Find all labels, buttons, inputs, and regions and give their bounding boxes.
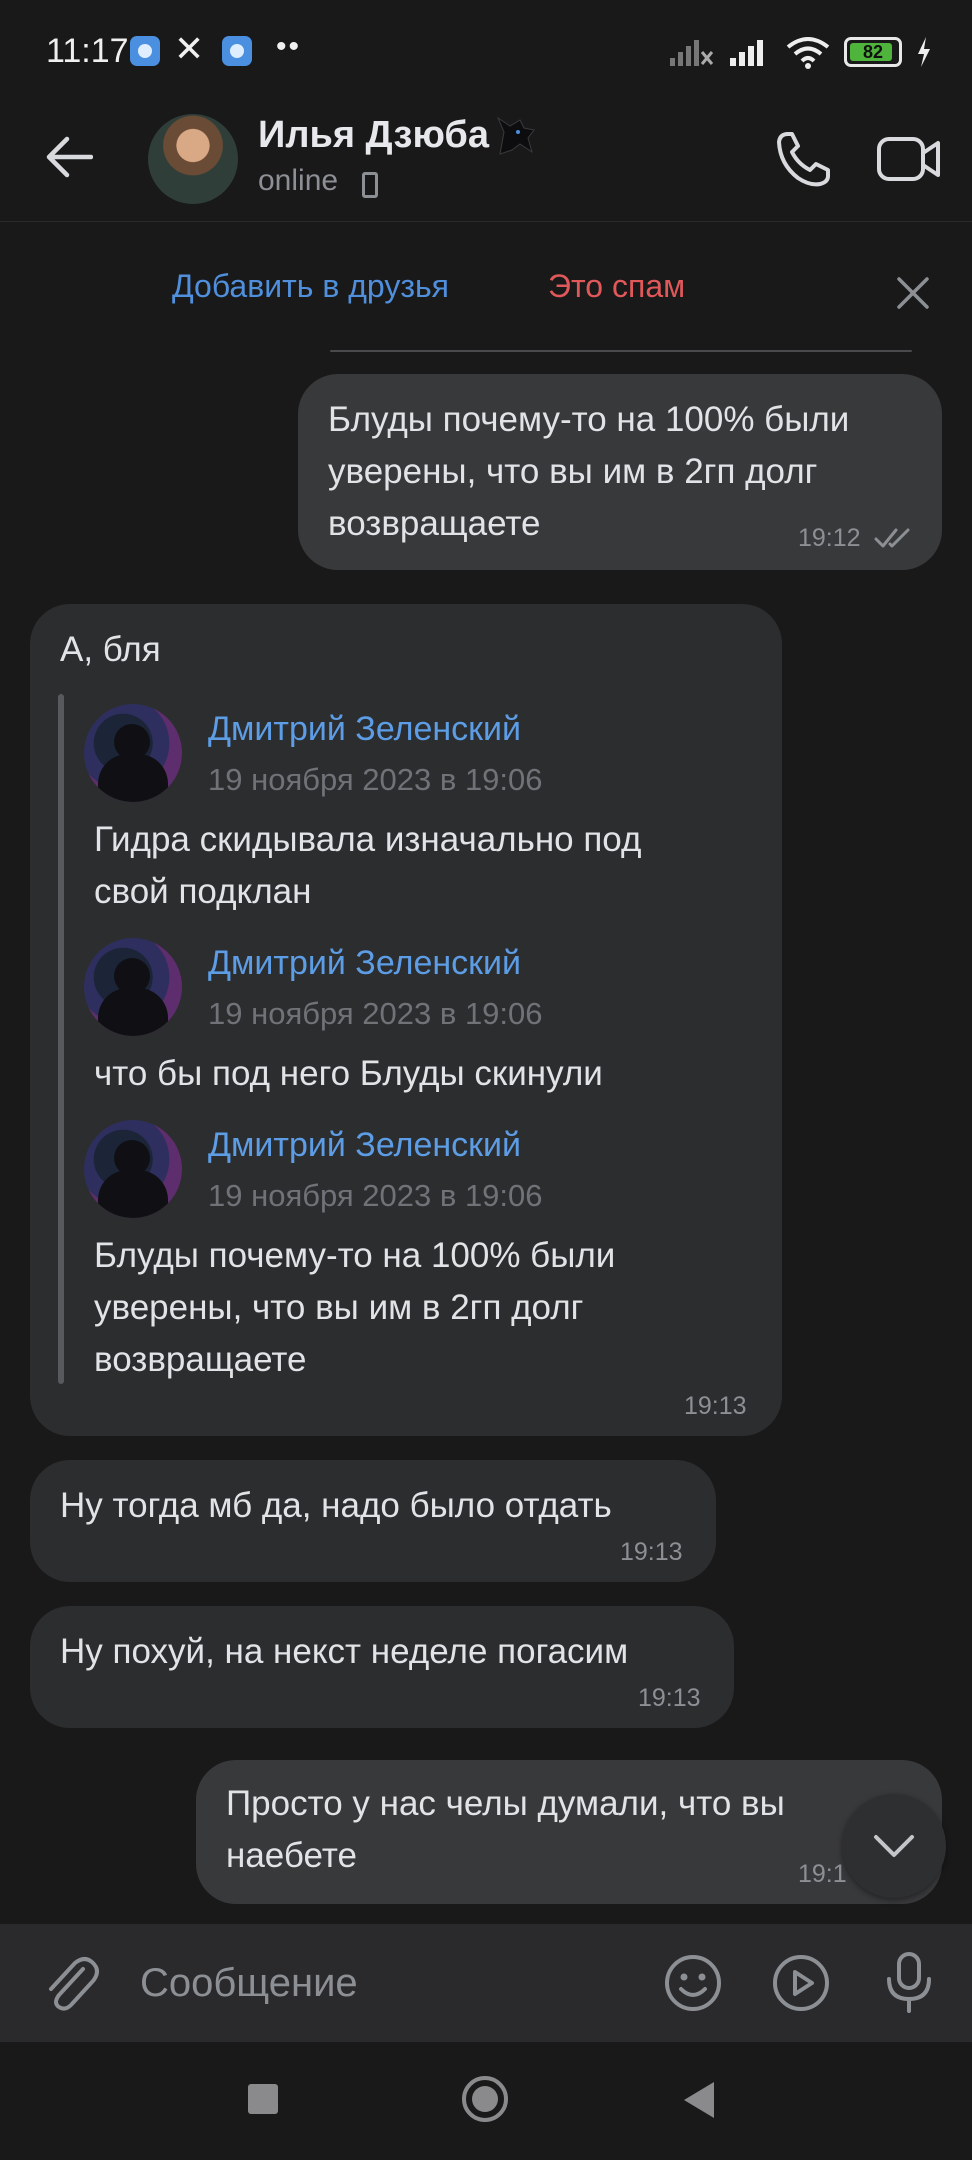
forwarded-author-avatar[interactable] (84, 704, 182, 802)
mobile-device-icon (362, 172, 378, 198)
wifi-icon (786, 37, 830, 69)
forwarded-author-avatar[interactable] (84, 1120, 182, 1218)
close-icon (897, 277, 929, 309)
microphone-icon (887, 1952, 931, 2013)
emoji-icon (665, 1955, 721, 2011)
video-message-icon (773, 1955, 829, 2011)
message-text: Ну тогда мб да, надо было отдать (60, 1486, 612, 1525)
report-spam-button[interactable]: Это спам (548, 268, 685, 305)
message-bubble-incoming[interactable]: Ну похуй, на некст неделе погасим 19:13 (30, 1606, 734, 1728)
forwarded-author-avatar[interactable] (84, 938, 182, 1036)
message-time: 19:12 (798, 524, 861, 552)
forwarded-author-name[interactable]: Дмитрий Зеленский (208, 944, 521, 983)
chat-header: Илья Дзюба online (0, 100, 972, 222)
message-text: Ну похуй, на некст неделе погасим (60, 1632, 629, 1671)
back-arrow-icon (46, 136, 93, 178)
charging-icon (918, 37, 930, 67)
video-call-button[interactable] (872, 122, 946, 196)
forwarded-date: 19 ноября 2023 в 19:06 (208, 1178, 543, 1213)
forwarded-quote-bar (58, 694, 64, 1384)
message-time: 19:13 (620, 1538, 683, 1566)
contact-name[interactable]: Илья Дзюба (258, 114, 489, 157)
app-notification-icon (130, 36, 160, 66)
back-icon[interactable] (684, 2082, 714, 2118)
message-bubble-incoming[interactable]: А, бля Дмитрий Зеленский 19 ноября 2023 … (30, 604, 782, 1436)
forwarded-text: Гидра скидывала изначально под свой подк… (94, 820, 642, 911)
add-friend-button[interactable]: Добавить в друзья (172, 268, 449, 305)
message-composer (0, 1924, 972, 2042)
battery-level: 82 (862, 41, 884, 62)
message-text: Просто у нас челы думали, что вы наебете (226, 1784, 785, 1875)
back-button[interactable] (36, 124, 102, 190)
message-bubble-outgoing[interactable]: Просто у нас челы думали, что вы наебете… (196, 1760, 942, 1904)
unknown-contact-bar: Добавить в друзья Это спам (0, 222, 972, 352)
forwarded-text: Блуды почему-то на 100% были уверены, чт… (94, 1236, 616, 1379)
forwarded-text: что бы под него Блуды скинули (94, 1054, 603, 1093)
system-nav-bar (0, 2042, 972, 2160)
status-right-cluster: 82 (668, 30, 932, 74)
read-ticks-icon (874, 528, 910, 548)
wolf-emoji-icon (494, 114, 538, 163)
video-message-button[interactable] (764, 1946, 838, 2020)
chat-screen: 11:17 ✕ •• 82 Илья Дзюба online Добавить… (0, 0, 972, 2160)
scroll-to-bottom-button[interactable] (842, 1794, 946, 1898)
forwarded-date: 19 ноября 2023 в 19:06 (208, 996, 543, 1031)
avatar[interactable] (148, 114, 238, 204)
message-bubble-incoming[interactable]: Ну тогда мб да, надо было отдать 19:13 (30, 1460, 716, 1582)
phone-icon (777, 132, 830, 187)
emoji-button[interactable] (656, 1946, 730, 2020)
video-camera-icon (877, 137, 940, 181)
attach-icon (49, 1957, 99, 2011)
message-time: 19:1 (798, 1860, 847, 1888)
forwarded-date: 19 ноября 2023 в 19:06 (208, 762, 543, 797)
message-time: 19:13 (638, 1684, 701, 1712)
x-icon: ✕ (174, 28, 205, 69)
divider (330, 350, 912, 352)
battery-icon: 82 (844, 37, 902, 67)
app-notification-icon (222, 36, 252, 66)
message-time: 19:13 (684, 1392, 747, 1420)
chevron-down-icon (874, 1835, 914, 1857)
call-button[interactable] (766, 122, 840, 196)
contact-status: online (258, 164, 339, 197)
message-text: А, бля (60, 630, 161, 669)
signal-icon (730, 40, 763, 66)
more-dots-icon: •• (276, 30, 302, 63)
message-input[interactable] (140, 1948, 640, 2018)
recent-apps-icon[interactable] (248, 2084, 278, 2114)
message-text: Блуды почему-то на 100% были уверены, чт… (328, 400, 850, 543)
close-bar-button[interactable] (884, 264, 942, 322)
status-time: 11:17 (46, 32, 129, 70)
home-icon[interactable] (462, 2076, 508, 2122)
message-bubble-outgoing[interactable]: Блуды почему-то на 100% были уверены, чт… (298, 374, 942, 570)
voice-message-button[interactable] (872, 1946, 946, 2020)
forwarded-author-name[interactable]: Дмитрий Зеленский (208, 710, 521, 749)
attach-button[interactable] (36, 1948, 106, 2018)
status-bar: 11:17 ✕ •• 82 (0, 0, 972, 100)
signal-off-icon (670, 40, 714, 66)
forwarded-author-name[interactable]: Дмитрий Зеленский (208, 1126, 521, 1165)
